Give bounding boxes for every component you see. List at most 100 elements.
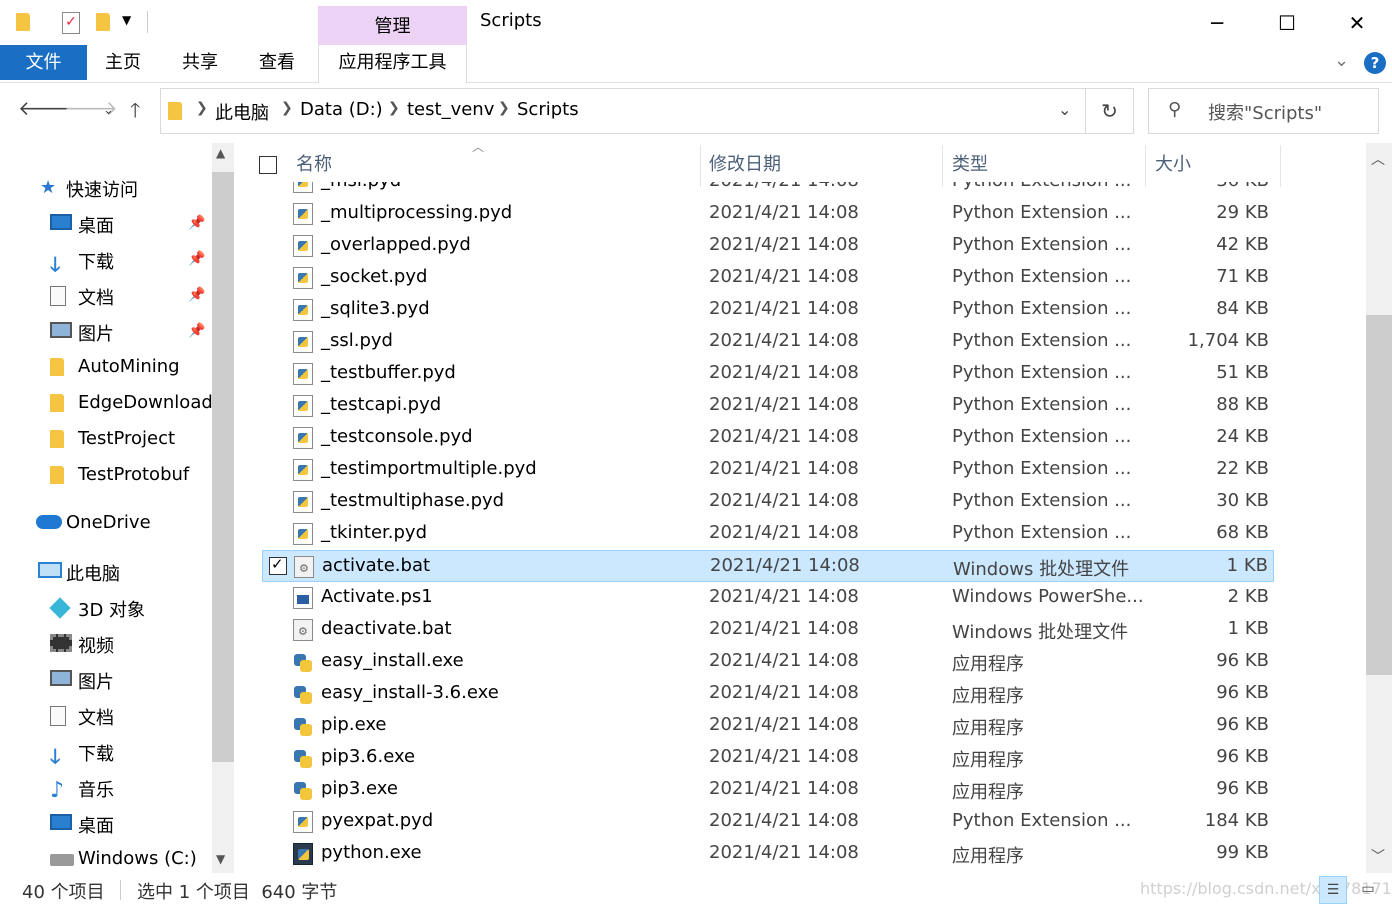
details-view-button[interactable]: ☰ <box>1319 876 1347 904</box>
scroll-down-icon[interactable]: ﹀ <box>1371 846 1385 866</box>
column-header-name[interactable]: 名称 <box>296 150 332 182</box>
file-row[interactable]: easy_install.exe 2021/4/21 14:08 应用程序 96 KB <box>262 646 1274 678</box>
refresh-button[interactable]: ↻ <box>1086 88 1134 134</box>
nav-quick-item[interactable]: TestProtobuf <box>0 458 212 492</box>
up-button[interactable]: 🡑 <box>130 96 140 130</box>
search-placeholder[interactable]: 搜索"Scripts" <box>1208 99 1322 125</box>
nav-quick-item[interactable]: 文档 📌 <box>0 278 212 312</box>
file-row[interactable]: pip3.exe 2021/4/21 14:08 应用程序 96 KB <box>262 774 1274 806</box>
breadcrumb-chevron-icon[interactable]: ❯ <box>498 100 510 116</box>
customize-toolbar-icon[interactable]: ▼ <box>122 13 131 27</box>
pin-icon[interactable]: 📌 <box>188 251 205 267</box>
column-divider[interactable] <box>1145 145 1146 187</box>
row-checkbox[interactable]: ✓ <box>269 555 287 575</box>
file-size: 84 KB <box>1216 298 1269 319</box>
column-header-type[interactable]: 类型 <box>952 150 988 182</box>
nav-quick-item[interactable]: 🡓 下载 📌 <box>0 242 212 276</box>
recent-locations-icon[interactable]: ⌄ <box>103 103 114 118</box>
pin-icon[interactable]: 📌 <box>188 323 205 339</box>
file-row[interactable]: _socket.pyd 2021/4/21 14:08 Python Extensi… <box>262 262 1274 294</box>
minimize-button[interactable]: ─ <box>1182 0 1252 45</box>
nav-onedrive[interactable]: OneDrive <box>0 506 212 540</box>
nav-this-pc[interactable]: 此电脑 <box>0 554 212 588</box>
nav-quick-item[interactable]: TestProject <box>0 422 212 456</box>
nav-quick-item[interactable]: 图片 📌 <box>0 314 212 348</box>
column-divider[interactable] <box>942 145 943 187</box>
file-name: _testbuffer.pyd <box>321 362 456 383</box>
pin-icon[interactable]: 📌 <box>188 287 205 303</box>
file-row[interactable]: _multiprocessing.pyd 2021/4/21 14:08 Pytho… <box>262 198 1274 230</box>
file-row[interactable]: pip3.6.exe 2021/4/21 14:08 应用程序 96 KB <box>262 742 1274 774</box>
help-button[interactable]: ? <box>1364 52 1386 74</box>
properties-icon[interactable]: ✓ <box>62 12 80 34</box>
close-button[interactable]: ✕ <box>1322 0 1392 45</box>
breadcrumb-scripts[interactable]: Scripts <box>517 99 579 120</box>
nav-scroll-up-icon[interactable]: ▲ <box>216 146 225 160</box>
file-row[interactable]: pip.exe 2021/4/21 14:08 应用程序 96 KB <box>262 710 1274 742</box>
nav-pc-item[interactable]: 文档 <box>0 698 212 732</box>
pin-icon[interactable]: 📌 <box>188 215 205 231</box>
file-row[interactable]: _ssl.pyd 2021/4/21 14:08 Python Extension … <box>262 326 1274 358</box>
maximize-button[interactable]: ☐ <box>1252 0 1322 45</box>
file-size: 96 KB <box>1216 746 1269 767</box>
large-icons-view-button[interactable]: ▭ <box>1354 876 1382 904</box>
file-row[interactable]: _sqlite3.pyd 2021/4/21 14:08 Python Extens… <box>262 294 1274 326</box>
video-icon <box>50 634 72 652</box>
nav-pc-item[interactable]: 桌面 <box>0 806 212 840</box>
file-row[interactable]: python.exe 2021/4/21 14:08 应用程序 99 KB <box>262 838 1274 870</box>
breadcrumb-chevron-icon[interactable]: ❯ <box>196 100 208 116</box>
file-size: 2 KB <box>1227 586 1269 607</box>
expand-ribbon-icon[interactable]: ⌄ <box>1334 50 1349 71</box>
nav-pc-item[interactable]: 视频 <box>0 626 212 660</box>
nav-quick-item[interactable]: AutoMining <box>0 350 212 384</box>
scroll-up-icon[interactable]: ︿ <box>1371 149 1385 169</box>
tab-view[interactable]: 查看 <box>241 45 313 80</box>
nav-pc-item[interactable]: ♪ 音乐 <box>0 770 212 804</box>
pyd-file-icon <box>293 395 313 417</box>
column-header-date[interactable]: 修改日期 <box>709 150 781 182</box>
file-row[interactable]: ✓ ⚙ activate.bat 2021/4/21 14:08 Windows 批处理… <box>262 550 1274 582</box>
nav-scrollbar-thumb[interactable] <box>212 172 234 762</box>
nav-quick-access[interactable]: ★ 快速访问 <box>0 170 212 204</box>
breadcrumb-test-venv[interactable]: test_venv <box>407 99 494 120</box>
nav-pc-item[interactable]: 3D 对象 <box>0 590 212 624</box>
nav-pc-item[interactable]: 🡓 下载 <box>0 734 212 768</box>
file-row[interactable]: _msi.pyd 2021/4/21 14:08 Python Extension … <box>262 182 1274 198</box>
tab-home[interactable]: 主页 <box>87 45 159 80</box>
file-row[interactable]: Activate.ps1 2021/4/21 14:08 Windows Power… <box>262 582 1274 614</box>
file-row[interactable]: _tkinter.pyd 2021/4/21 14:08 Python Extens… <box>262 518 1274 550</box>
file-row[interactable]: _testcapi.pyd 2021/4/21 14:08 Python Exten… <box>262 390 1274 422</box>
file-row[interactable]: _overlapped.pyd 2021/4/21 14:08 Python Ext… <box>262 230 1274 262</box>
breadcrumb-this-pc[interactable]: 此电脑 <box>215 99 269 125</box>
nav-scroll-down-icon[interactable]: ▼ <box>216 852 225 866</box>
breadcrumb-chevron-icon[interactable]: ❯ <box>388 100 400 116</box>
file-row[interactable]: _testmultiphase.pyd 2021/4/21 14:08 Python… <box>262 486 1274 518</box>
address-bar[interactable] <box>160 88 1086 134</box>
file-list-scrollbar-thumb[interactable] <box>1366 315 1392 675</box>
file-row[interactable]: pyexpat.pyd 2021/4/21 14:08 Python Extensi… <box>262 806 1274 838</box>
file-row[interactable]: _testconsole.pyd 2021/4/21 14:08 Python Ex… <box>262 422 1274 454</box>
address-dropdown-icon[interactable]: ⌄ <box>1058 100 1071 119</box>
tab-file[interactable]: 文件 <box>0 45 87 80</box>
nav-quick-item[interactable]: EdgeDownload <box>0 386 212 420</box>
file-modified-date: 2021/4/21 14:08 <box>709 426 859 447</box>
breadcrumb-data-drive[interactable]: Data (D:) <box>300 99 383 120</box>
breadcrumb-chevron-icon[interactable]: ❯ <box>281 100 293 116</box>
column-divider[interactable] <box>700 145 701 187</box>
new-folder-icon[interactable] <box>96 13 110 31</box>
file-row[interactable]: easy_install-3.6.exe 2021/4/21 14:08 应用程序 9… <box>262 678 1274 710</box>
file-row[interactable]: _testimportmultiple.pyd 2021/4/21 14:08 Py… <box>262 454 1274 486</box>
nav-quick-item[interactable]: 桌面 📌 <box>0 206 212 240</box>
exe-file-icon <box>293 651 313 673</box>
file-row[interactable]: ⚙ deactivate.bat 2021/4/21 14:08 Windows 批处… <box>262 614 1274 646</box>
file-modified-date: 2021/4/21 14:08 <box>709 394 859 415</box>
column-divider[interactable] <box>1280 145 1281 187</box>
file-row[interactable]: _testbuffer.pyd 2021/4/21 14:08 Python Ext… <box>262 358 1274 390</box>
nav-pc-item[interactable]: 图片 <box>0 662 212 696</box>
folder-icon[interactable] <box>16 13 30 31</box>
nav-pc-item[interactable]: Windows (C:) <box>0 842 212 873</box>
column-header-size[interactable]: 大小 <box>1155 150 1191 182</box>
select-all-checkbox[interactable] <box>259 156 277 174</box>
tab-share[interactable]: 共享 <box>164 45 236 80</box>
tab-application-tools[interactable]: 应用程序工具 <box>318 45 467 83</box>
